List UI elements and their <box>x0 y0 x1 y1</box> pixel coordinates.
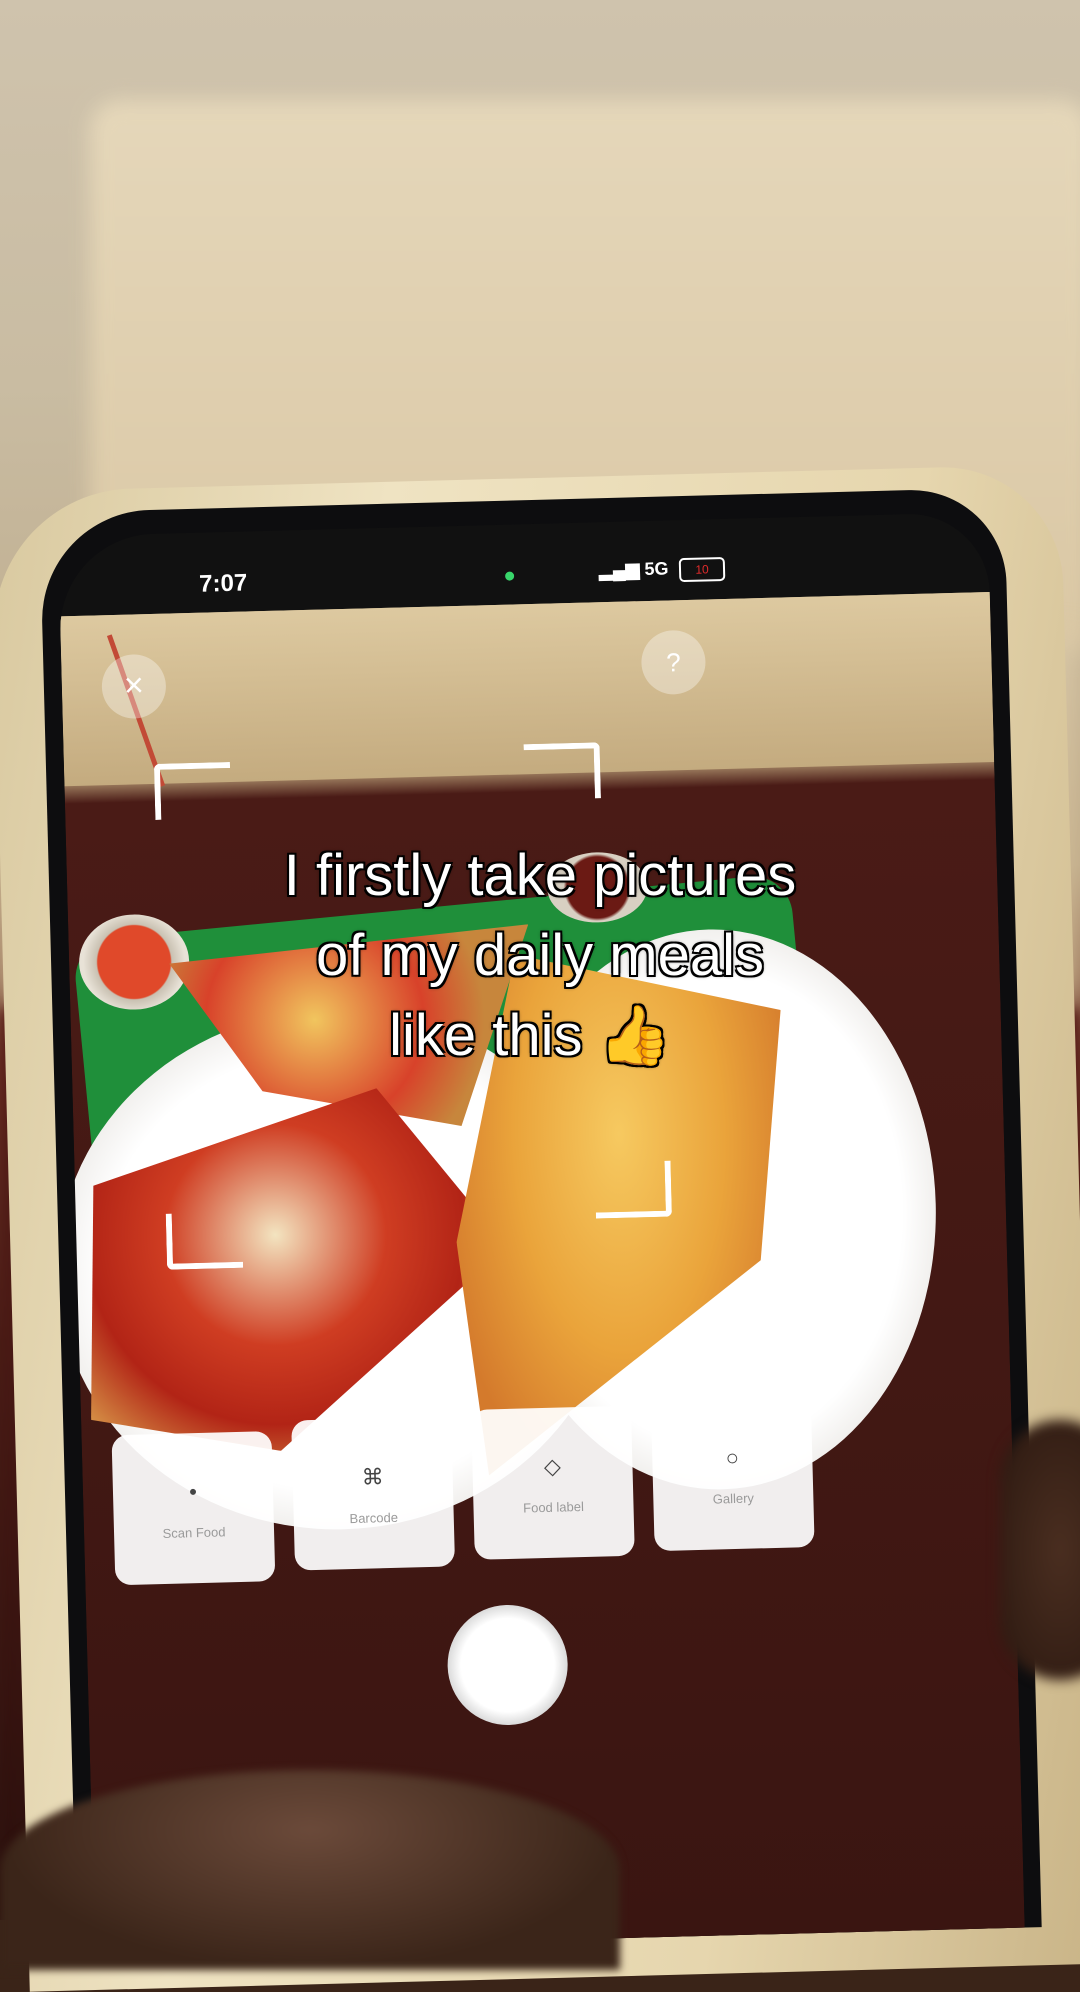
mode-label: Gallery <box>712 1490 755 1507</box>
battery-level: 10 <box>695 562 709 577</box>
scan-frame-corner <box>165 1211 244 1270</box>
camera-viewfinder[interactable]: × ? • Scan Food ⌘ Barcode ◇ Food label ○… <box>57 592 1025 1953</box>
mode-food-label-button[interactable]: ◇ Food label <box>470 1405 635 1560</box>
mode-label: Scan Food <box>162 1524 226 1541</box>
mode-selector: • Scan Food ⌘ Barcode ◇ Food label ○ Gal… <box>101 1393 985 1586</box>
help-icon: ? <box>665 647 682 678</box>
mode-barcode-button[interactable]: ⌘ Barcode <box>291 1416 456 1571</box>
phone: 7:07 ▂▄▆ 5G 10 × ? • Scan Food ⌘ Barcode… <box>39 487 1042 1953</box>
mode-label: Barcode <box>349 1509 399 1527</box>
status-time: 7:07 <box>198 569 248 598</box>
scan-frame-corner <box>523 742 601 801</box>
signal-icon: ▂▄▆ 5G <box>598 558 669 581</box>
battery-icon: 10 <box>678 556 726 583</box>
mode-gallery-button[interactable]: ○ Gallery <box>650 1396 815 1552</box>
scan-frame-corner <box>153 761 232 820</box>
scan-food-icon: • <box>188 1479 198 1505</box>
camera-indicator-icon <box>505 571 515 581</box>
phone-screen: 7:07 ▂▄▆ 5G 10 × ? • Scan Food ⌘ Barcode… <box>57 512 1025 1953</box>
finger <box>0 1770 620 1970</box>
close-icon: × <box>123 666 145 705</box>
caption-line: like this 👍 <box>389 1003 671 1068</box>
scan-frame-corner <box>594 1160 672 1219</box>
video-caption: I firstly take pictures of my daily meal… <box>0 836 1080 1076</box>
caption-line: I firstly take pictures <box>283 843 797 908</box>
barcode-icon: ⌘ <box>361 1464 384 1490</box>
hand <box>1000 1420 1080 1680</box>
food-label-icon: ◇ <box>543 1453 562 1479</box>
mode-scan-food-button[interactable]: • Scan Food <box>111 1431 276 1586</box>
network-label: 5G <box>644 558 669 580</box>
gallery-icon: ○ <box>725 1444 740 1471</box>
shutter-button[interactable] <box>446 1603 570 1727</box>
caption-line: of my daily meals <box>315 923 765 988</box>
mode-label: Food label <box>522 1498 585 1516</box>
